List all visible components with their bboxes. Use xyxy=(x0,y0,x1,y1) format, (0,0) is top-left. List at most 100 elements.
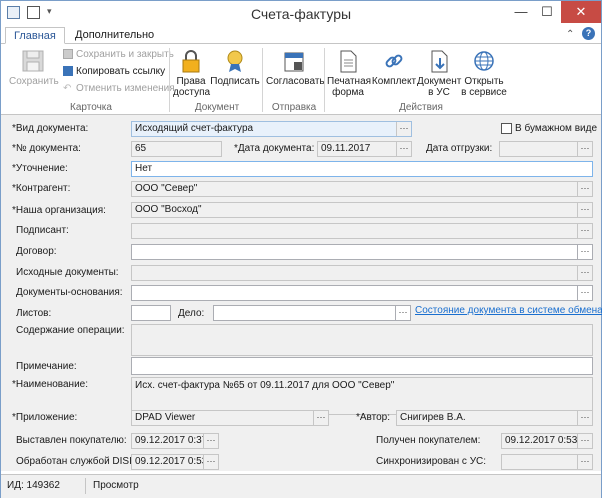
access-rights-label-2: доступа xyxy=(173,87,211,98)
access-rights-label-1: Права xyxy=(176,76,206,87)
author-label: *Автор: xyxy=(356,412,391,423)
doc-type-value: Исходящий счет-фактура xyxy=(135,123,254,134)
processed-picker-button[interactable]: ··· xyxy=(203,455,218,469)
tab-main[interactable]: Главная xyxy=(5,27,65,44)
copy-link-label: Копировать ссылку xyxy=(76,66,166,77)
app-field[interactable]: DPAD Viewer ··· xyxy=(131,410,329,426)
issued-picker-button[interactable]: ··· xyxy=(203,434,218,448)
status-id: ИД: 149362 xyxy=(7,480,60,491)
issued-field[interactable]: 09.12.2017 0:37:26 ··· xyxy=(131,433,219,449)
save-label: Сохранить xyxy=(9,76,59,87)
signer-picker-button[interactable]: ··· xyxy=(577,224,592,238)
doc-to-us-button[interactable]: Документ в УС xyxy=(417,48,461,98)
base-docs-label: Документы-основания: xyxy=(16,287,123,298)
help-icon[interactable]: ? xyxy=(582,27,595,40)
app-picker-button[interactable]: ··· xyxy=(313,411,328,425)
issued-label: Выставлен покупателю: xyxy=(16,435,127,446)
group-separator xyxy=(324,48,325,112)
signer-field[interactable]: ··· xyxy=(131,223,593,239)
ribbon: Сохранить Сохранить и закрыть Копировать… xyxy=(1,43,601,115)
group-separator xyxy=(169,48,170,112)
doc-number-field[interactable]: 65 xyxy=(131,141,222,157)
synced-field[interactable]: ··· xyxy=(501,454,593,470)
counterparty-field[interactable]: ООО "Север" ··· xyxy=(131,181,593,197)
minimize-icon[interactable]: — xyxy=(508,1,534,23)
signer-label: Подписант: xyxy=(16,225,69,236)
doc-date-picker-button[interactable]: ··· xyxy=(396,142,411,156)
case-field[interactable]: ··· xyxy=(213,305,411,321)
doc-date-field[interactable]: 09.11.2017 ··· xyxy=(317,141,412,157)
approve-label: Согласовать xyxy=(266,76,325,87)
app-label: *Приложение: xyxy=(12,412,78,423)
globe-icon xyxy=(474,51,494,71)
note-label: Примечание: xyxy=(16,361,77,372)
synced-label: Синхронизирован с УС: xyxy=(376,456,487,467)
maximize-icon[interactable]: ☐ xyxy=(534,1,560,23)
group-card-label: Карточка xyxy=(70,102,112,113)
open-in-service-button[interactable]: Открыть в сервисе xyxy=(461,48,507,98)
access-rights-button[interactable]: Права доступа xyxy=(173,48,211,98)
kit-button[interactable]: Комплект xyxy=(371,48,417,87)
operation-label: Содержание операции: xyxy=(16,325,125,336)
doc-type-picker-button[interactable]: ··· xyxy=(396,122,411,136)
name-label: *Наименование: xyxy=(12,379,88,390)
cancel-changes-button[interactable]: ↶ Отменить изменения xyxy=(63,81,175,97)
status-bar: ИД: 149362 Просмотр xyxy=(1,474,601,498)
doc-date-value: 09.11.2017 xyxy=(321,143,371,154)
author-value: Снигирев В.А. xyxy=(400,412,466,423)
contract-picker-button[interactable]: ··· xyxy=(577,245,592,259)
window: ▾ Счета-фактуры — ☐ ✕ Главная Дополнител… xyxy=(0,0,602,498)
processed-label: Обработан службой DISI: xyxy=(16,456,135,467)
sign-label: Подписать xyxy=(210,76,260,87)
tab-additional[interactable]: Дополнительно xyxy=(67,27,162,44)
approve-button[interactable]: Согласовать xyxy=(266,48,325,87)
print-form-button[interactable]: Печатная форма xyxy=(327,48,372,98)
our-org-picker-button[interactable]: ··· xyxy=(577,203,592,217)
collapse-ribbon-icon[interactable]: ⌃ xyxy=(566,29,574,40)
close-icon[interactable]: ✕ xyxy=(561,1,601,23)
kit-label: Комплект xyxy=(371,76,417,87)
note-field[interactable] xyxy=(131,357,593,375)
doc-date-label: *Дата документа: xyxy=(234,143,315,154)
print-form-label-2: форма xyxy=(332,87,364,98)
document-export-icon xyxy=(431,50,448,73)
received-picker-button[interactable]: ··· xyxy=(577,434,592,448)
base-docs-field[interactable]: ··· xyxy=(131,285,593,301)
ribbon-tabs: Главная Дополнительно ⌃ ? xyxy=(1,27,601,44)
ship-date-field[interactable]: ··· xyxy=(499,141,593,157)
group-separator xyxy=(262,48,263,112)
processed-field[interactable]: 09.12.2017 0:53:28 ··· xyxy=(131,454,219,470)
copy-link-button[interactable]: Копировать ссылку xyxy=(63,64,165,80)
operation-field[interactable] xyxy=(131,324,593,356)
print-form-label-1: Печатная xyxy=(327,76,372,87)
source-docs-picker-button[interactable]: ··· xyxy=(577,266,592,280)
cancel-changes-label: Отменить изменения xyxy=(76,83,175,94)
our-org-field[interactable]: ООО "Восход" ··· xyxy=(131,202,593,218)
doc-number-label: *№ документа: xyxy=(12,143,81,154)
save-close-button[interactable]: Сохранить и закрыть xyxy=(63,47,174,63)
received-field[interactable]: 09.12.2017 0:53:26 ··· xyxy=(501,433,593,449)
calendar-check-icon xyxy=(284,52,304,72)
ship-date-label: Дата отгрузки: xyxy=(426,143,493,154)
synced-picker-button[interactable]: ··· xyxy=(577,455,592,469)
author-field[interactable]: Снигирев В.А. ··· xyxy=(396,410,593,426)
clarification-label: *Уточнение: xyxy=(12,163,68,174)
save-button[interactable]: Сохранить xyxy=(9,48,59,87)
sign-button[interactable]: Подписать xyxy=(210,48,260,87)
counterparty-picker-button[interactable]: ··· xyxy=(577,182,592,196)
contract-field[interactable]: ··· xyxy=(131,244,593,260)
source-docs-field[interactable]: ··· xyxy=(131,265,593,281)
sheets-field[interactable] xyxy=(131,305,171,321)
paper-checkbox[interactable] xyxy=(501,123,512,134)
clarification-field[interactable]: Нет xyxy=(131,161,593,177)
lock-icon xyxy=(182,50,200,73)
title-bar: ▾ Счета-фактуры — ☐ ✕ xyxy=(1,1,601,26)
doc-state-link[interactable]: Состояние документа в системе обмена xyxy=(415,305,602,316)
save-close-icon xyxy=(63,49,73,60)
author-picker-button[interactable]: ··· xyxy=(577,411,592,425)
status-mode: Просмотр xyxy=(93,480,139,491)
case-picker-button[interactable]: ··· xyxy=(395,306,410,320)
ship-date-picker-button[interactable]: ··· xyxy=(577,142,592,156)
doc-type-field[interactable]: Исходящий счет-фактура ··· xyxy=(131,121,412,137)
base-docs-picker-button[interactable]: ··· xyxy=(577,286,592,300)
